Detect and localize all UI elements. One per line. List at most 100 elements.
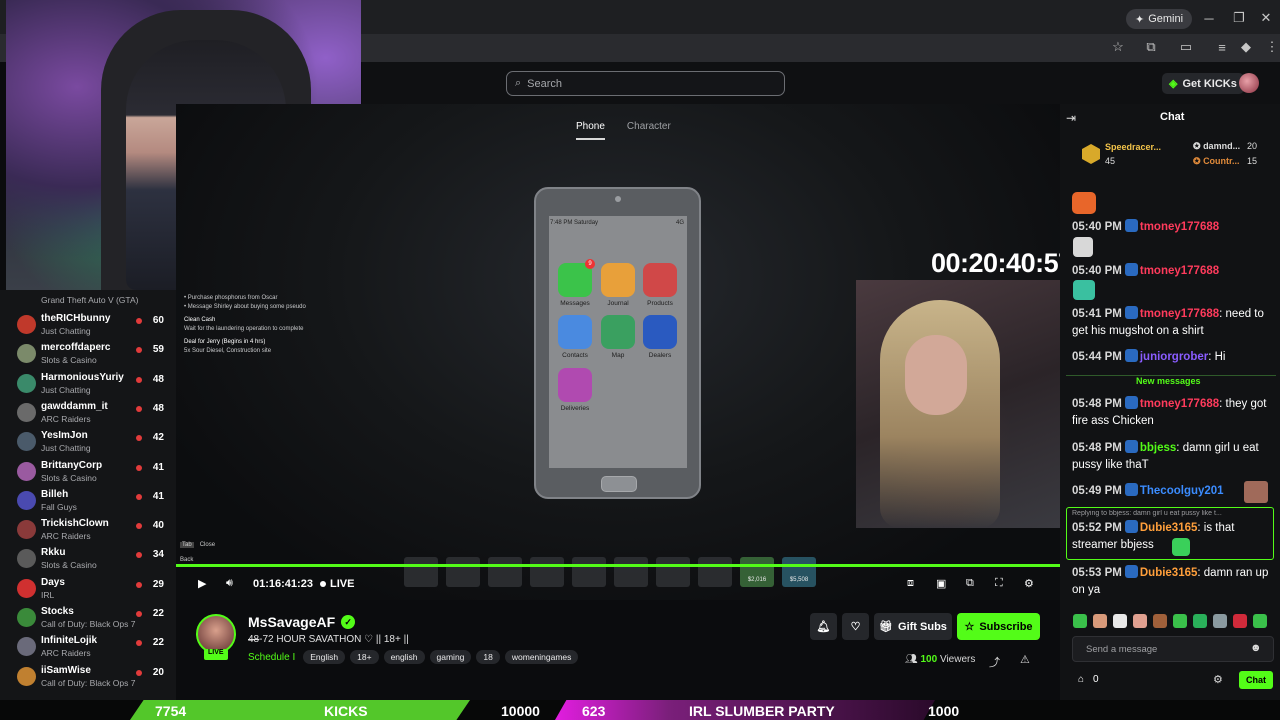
leader-1-name[interactable]: Speedracer... <box>1105 142 1161 152</box>
user-badge-icon <box>1124 306 1138 319</box>
sidebar-channel-item[interactable]: theRICHbunny Just Chatting 60 <box>0 310 176 339</box>
restore-icon[interactable]: ❐ <box>1225 7 1253 29</box>
cast-icon[interactable]: ▭ <box>1172 36 1200 58</box>
play-icon[interactable]: ▶ <box>198 577 206 590</box>
game-phone: 7:48 PM Saturday 4G Messages 9 Journal Prod… <box>534 187 701 499</box>
leader-2-name[interactable]: ✪ damnd... <box>1193 141 1240 152</box>
sidebar-channel-item[interactable]: Days IRL 29 <box>0 574 176 603</box>
message-user[interactable]: juniorgrober <box>1140 351 1208 363</box>
app-label: Contacts <box>562 352 588 359</box>
stream-title-strike: 48 <box>248 634 260 645</box>
emote-button[interactable] <box>1133 614 1147 628</box>
message-user[interactable]: Thecoolguy201 <box>1140 485 1224 497</box>
browser-menu-icon[interactable]: ⋮ <box>1258 36 1280 58</box>
channel-viewers: 20 <box>152 666 164 678</box>
contacts-icon <box>558 315 592 349</box>
stream-tag[interactable]: English <box>303 650 346 664</box>
chat-settings-gear-icon[interactable]: ⚙ <box>1213 673 1223 686</box>
subathon-timer: 00:20:40:57 <box>931 248 1073 278</box>
message-user[interactable]: tmoney177688 <box>1140 265 1219 277</box>
channel-name: Stocks <box>41 606 74 617</box>
message-user[interactable]: Dubie3165 <box>1140 567 1198 579</box>
notification-bell-icon[interactable]: 🔔︎ <box>810 613 837 640</box>
chat-input[interactable]: Send a message <box>1072 636 1274 662</box>
collapse-chat-icon[interactable]: ⇥ <box>1066 111 1076 125</box>
get-kicks-button[interactable]: ◈ Get KICKs <box>1162 73 1244 94</box>
sidebar-channel-item[interactable]: Stocks Call of Duty: Black Ops 7 22 <box>0 603 176 632</box>
message-user[interactable]: tmoney177688 <box>1140 398 1219 410</box>
streamer-name[interactable]: MsSavageAF <box>248 614 335 630</box>
message-user[interactable]: tmoney177688 <box>1140 308 1219 320</box>
pip-icon[interactable]: ⧉ <box>966 577 974 590</box>
sidebar-channel-item[interactable]: InfiniteLojik ARC Raiders 22 <box>0 632 176 661</box>
chat-send-button[interactable]: Chat <box>1239 671 1273 689</box>
minimize-icon[interactable]: ─ <box>1195 7 1223 29</box>
sidebar-channel-item[interactable]: HarmoniousYuriy Just Chatting 48 <box>0 369 176 398</box>
channel-name: mercoffdaperc <box>41 342 111 354</box>
channel-viewers: 48 <box>152 402 164 414</box>
emote-button[interactable] <box>1113 614 1127 628</box>
stream-tag[interactable]: 18+ <box>350 650 379 664</box>
category-link[interactable]: Schedule I <box>248 652 295 663</box>
objective-line: • Purchase phosphorus from Oscar <box>184 295 278 301</box>
sidebar-channel-item[interactable]: Rkku Slots & Casino 34 <box>0 544 176 573</box>
clip-icon[interactable]: ⧈ <box>907 577 914 590</box>
live-dot-icon <box>136 552 142 559</box>
live-dot-icon <box>136 493 142 500</box>
sidebar-channel-item[interactable]: BrittanyCorp Slots & Casino 41 <box>0 457 176 486</box>
leader-3-name[interactable]: ✪ Countr... <box>1193 156 1240 167</box>
stream-tag[interactable]: gaming <box>429 650 472 664</box>
search-input[interactable]: ⌕ Search <box>506 71 785 96</box>
emote-button[interactable] <box>1153 614 1167 628</box>
report-icon[interactable]: ⚠ <box>1020 653 1030 666</box>
gift-subs-button[interactable]: 🎁︎ Gift Subs <box>874 613 952 640</box>
live-indicator[interactable]: LIVE <box>320 578 354 590</box>
message-user[interactable]: tmoney177688 <box>1140 221 1219 233</box>
sidebar-channel-item[interactable]: Billeh Fall Guys 41 <box>0 486 176 515</box>
fullscreen-icon[interactable]: ⛶ <box>995 577 1003 590</box>
sidebar-channel-item[interactable]: gawddamm_it ARC Raiders 48 <box>0 398 176 427</box>
kicks-icon: ◈ <box>1169 78 1178 90</box>
message-user[interactable]: Dubie3165 <box>1140 522 1198 534</box>
sidebar-channel-item[interactable]: iiSamWise Call of Duty: Black Ops 7 20 <box>0 662 176 691</box>
stream-tag[interactable]: womeningames <box>504 650 579 664</box>
live-dot-icon <box>136 347 142 354</box>
sidebar-channel-item[interactable]: TrickishClown ARC Raiders 40 <box>0 515 176 544</box>
emote-button[interactable] <box>1073 614 1087 628</box>
extensions-icon[interactable]: ⧉ <box>1137 36 1165 58</box>
stream-tag[interactable]: 18 <box>476 650 500 664</box>
stream-tag[interactable]: english <box>383 650 425 664</box>
emote-button[interactable] <box>1253 614 1267 628</box>
emote-button[interactable] <box>1093 614 1107 628</box>
sidebar-channel-item[interactable]: YesImJon Just Chatting 42 <box>0 427 176 456</box>
message-user[interactable]: bbjess <box>1140 442 1176 454</box>
streamer-avatar[interactable] <box>196 614 236 654</box>
objective-line: • Message Shirley about buying some pseu… <box>184 304 306 310</box>
close-icon[interactable]: ✕ <box>1252 7 1280 29</box>
new-messages-label: New messages <box>1133 376 1204 386</box>
emoji-picker-icon[interactable]: ☻ <box>1250 642 1262 654</box>
emote-button[interactable] <box>1233 614 1247 628</box>
subscribe-button[interactable]: ☆ Subscribe <box>957 613 1040 640</box>
bookmark-star-icon[interactable]: ☆ <box>1104 36 1132 58</box>
rank-3-icon: ✪ <box>1193 156 1201 166</box>
share-icon[interactable]: ⤴ <box>989 654 1000 670</box>
emote-button[interactable] <box>1213 614 1227 628</box>
user-avatar[interactable] <box>1239 73 1259 93</box>
channel-category: Fall Guys <box>41 501 77 512</box>
settings-gear-icon[interactable]: ⚙ <box>1024 577 1034 590</box>
emote-button[interactable] <box>1193 614 1207 628</box>
seek-bar[interactable] <box>176 564 1060 567</box>
objectives-panel: • Purchase phosphorus from Oscar • Messag… <box>184 294 324 356</box>
profile-extension-icon[interactable]: ◆ <box>1232 36 1260 58</box>
kicks-balance[interactable]: ⌂ 0 <box>1078 674 1099 685</box>
volume-icon[interactable]: 🔊︎ <box>226 577 233 590</box>
slumber-goal-value: 623 <box>582 702 606 719</box>
channel-category: ARC Raiders <box>41 413 91 424</box>
theater-icon[interactable]: ▣ <box>936 577 946 590</box>
sidebar-channel-item[interactable]: mercoffdaperc Slots & Casino 59 <box>0 339 176 368</box>
gemini-button[interactable]: ✦ Gemini <box>1126 9 1193 29</box>
chat-message: 05:40 PM tmoney177688 <box>1072 219 1272 236</box>
emote-button[interactable] <box>1173 614 1187 628</box>
follow-heart-icon[interactable]: ♡ <box>842 613 869 640</box>
